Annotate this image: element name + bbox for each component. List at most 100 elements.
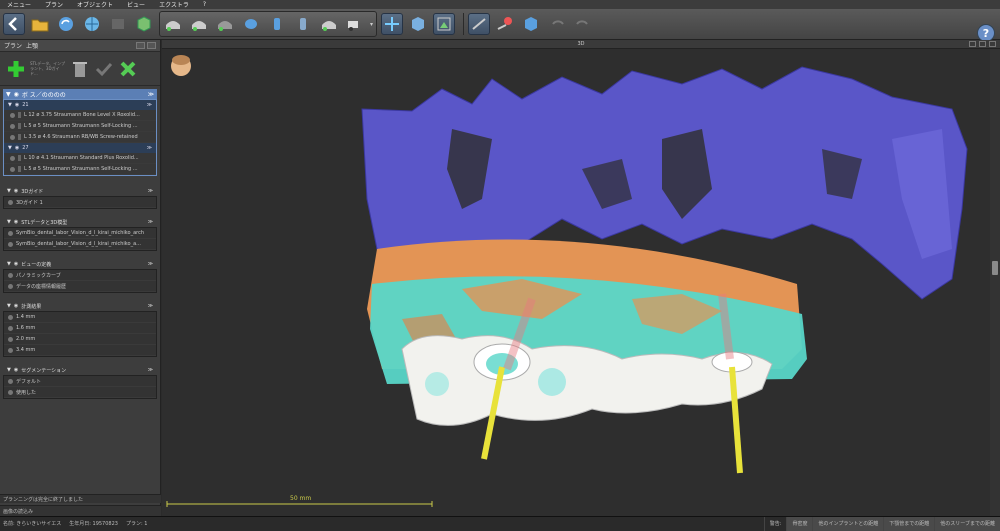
- list-item[interactable]: 3.4 mm: [4, 345, 156, 356]
- undo-button[interactable]: [546, 13, 568, 35]
- view-tool-2-button[interactable]: [407, 13, 429, 35]
- open-button[interactable]: [29, 13, 51, 35]
- scrollbar-thumb[interactable]: [992, 261, 998, 275]
- globe-icon: [85, 17, 99, 31]
- panel-collapse-icon[interactable]: [147, 42, 156, 49]
- plan-number: プラン: 1: [125, 521, 148, 527]
- sleeve-distance-toggle[interactable]: 他のスリーブまでの距離: [934, 516, 1000, 531]
- back-arrow-icon: [8, 17, 17, 31]
- list-item[interactable]: 1.4 mm: [4, 312, 156, 323]
- visibility-icon[interactable]: [8, 272, 13, 278]
- menu-item-view[interactable]: ビュー: [120, 0, 152, 9]
- nerve-distance-toggle[interactable]: 下顎管までの距離: [883, 516, 935, 531]
- list-item[interactable]: 使用した: [4, 387, 156, 398]
- implant-tool-5-button[interactable]: [266, 13, 288, 35]
- stl-section-header[interactable]: ▼ ◉ STLデータと3D模型 ≫: [3, 217, 157, 227]
- menu-item-help[interactable]: ?: [196, 1, 213, 8]
- visibility-icon[interactable]: [8, 241, 13, 247]
- implant-group-21[interactable]: ▼ ◉ 21 ≫: [4, 100, 156, 110]
- implant-row[interactable]: L 5 ø 5 Straumann Straumann Self-Locking…: [4, 121, 156, 132]
- visibility-icon[interactable]: [8, 378, 13, 384]
- implant-tool-1-button[interactable]: [162, 13, 184, 35]
- measure-button[interactable]: [468, 13, 490, 35]
- menu-item-object[interactable]: オブジェクト: [70, 0, 120, 9]
- viewport-scrollbar[interactable]: [990, 49, 1000, 516]
- implant-tool-6-button[interactable]: [292, 13, 314, 35]
- plan-panel: プラン 上顎 STLデータ、インプラント、3Dガイド... ▼ ◉ ボ ス／のの…: [0, 40, 161, 516]
- visibility-icon[interactable]: [8, 314, 13, 320]
- toolbar-separator: [463, 13, 464, 35]
- menu-item-plan[interactable]: プラン: [38, 0, 70, 9]
- list-item[interactable]: 3Dガイド 1: [4, 197, 156, 208]
- viewport-menu-icon[interactable]: [969, 41, 976, 47]
- viewport-restore-icon[interactable]: [979, 41, 986, 47]
- check-icon[interactable]: [94, 59, 114, 79]
- refresh-button[interactable]: [55, 13, 77, 35]
- list-item[interactable]: SymBio_dental_labor_Vision_d_l_kirai_mic…: [4, 228, 156, 239]
- implants-section-header[interactable]: ▼ ◉ ボ ス／のののの ≫: [3, 89, 157, 99]
- view-tool-3-button[interactable]: [433, 13, 455, 35]
- disabled-tool-button[interactable]: [107, 13, 129, 35]
- visibility-icon[interactable]: [8, 230, 13, 236]
- visibility-icon[interactable]: [10, 155, 15, 161]
- visibility-icon[interactable]: [8, 283, 13, 289]
- sleeve-icon: [18, 123, 21, 129]
- dental-3d-scene[interactable]: 50 mm: [162, 49, 990, 516]
- jaw-icon: [166, 21, 180, 31]
- add-icon[interactable]: [6, 59, 26, 79]
- segment-button[interactable]: [494, 13, 516, 35]
- implant-tool-2-button[interactable]: [188, 13, 210, 35]
- implant-row[interactable]: L 3.5 ø 4.6 Straumann RB/WB Screw-retain…: [4, 132, 156, 143]
- trash-icon[interactable]: [70, 59, 90, 79]
- visibility-icon[interactable]: [10, 112, 15, 118]
- implant-tool-8-button[interactable]: [344, 13, 366, 35]
- viewport-title: 3D: [577, 41, 585, 47]
- bone-density-toggle[interactable]: 骨密度: [786, 516, 813, 531]
- visibility-icon[interactable]: [8, 336, 13, 342]
- expand-icon: ▼: [8, 102, 12, 108]
- list-item[interactable]: 2.0 mm: [4, 334, 156, 345]
- menu-item-extra[interactable]: エクストラ: [152, 0, 196, 9]
- panel-menu-icon[interactable]: [136, 42, 145, 49]
- measurements-section-header[interactable]: ▼ ◉ 計測結果 ≫: [3, 301, 157, 311]
- globe-button[interactable]: [81, 13, 103, 35]
- visibility-icon[interactable]: [8, 325, 13, 331]
- view-section-header[interactable]: ▼ ◉ ビューの定義 ≫: [3, 259, 157, 269]
- list-item[interactable]: データの座標情報履歴: [4, 281, 156, 292]
- implant-tool-3-button[interactable]: [214, 13, 236, 35]
- view-tool-1-button[interactable]: [381, 13, 403, 35]
- viewport-close-icon[interactable]: [989, 41, 996, 47]
- implant-tool-4-button[interactable]: [240, 13, 262, 35]
- 3d-viewport[interactable]: 50 mm: [162, 49, 990, 516]
- export-button[interactable]: [520, 13, 542, 35]
- dropdown-arrow-icon[interactable]: ▾: [370, 21, 374, 28]
- list-item[interactable]: SymBio_dental_labor_Vision_d_l_kirai_mic…: [4, 239, 156, 250]
- head-orientation-icon[interactable]: [171, 55, 191, 76]
- box-button[interactable]: [133, 13, 155, 35]
- menu-item-menu[interactable]: メニュー: [0, 0, 38, 9]
- implant-group-27[interactable]: ▼ ◉ 27 ≫: [4, 143, 156, 153]
- visibility-icon[interactable]: [10, 134, 15, 140]
- segmentation-section-header[interactable]: ▼ ◉ セグメンテーション ≫: [3, 365, 157, 375]
- implant-distance-toggle[interactable]: 他のインプラントとの距離: [812, 516, 884, 531]
- list-item[interactable]: 1.6 mm: [4, 323, 156, 334]
- list-item[interactable]: パノラミックカーブ: [4, 270, 156, 281]
- implant-row[interactable]: L 10 ø 4.1 Straumann Standard Plus Roxol…: [4, 153, 156, 164]
- cross-icon[interactable]: [118, 59, 138, 79]
- panel-title: プラン: [4, 43, 23, 50]
- back-button[interactable]: [3, 13, 25, 35]
- eye-icon: ◉: [13, 303, 19, 309]
- visibility-icon[interactable]: [8, 347, 13, 353]
- visibility-icon[interactable]: [8, 199, 13, 205]
- list-item[interactable]: デフォルト: [4, 376, 156, 387]
- visibility-icon[interactable]: [8, 389, 13, 395]
- redo-button[interactable]: [572, 13, 594, 35]
- undo-icon: [552, 20, 564, 25]
- guide-section-header[interactable]: ▼ ◉ 3Dガイド ≫: [3, 186, 157, 196]
- implant-row[interactable]: L 12 ø 3.75 Straumann Bone Level X Roxol…: [4, 110, 156, 121]
- jaw-edit-icon: [218, 21, 232, 31]
- implant-tool-7-button[interactable]: [318, 13, 340, 35]
- visibility-icon[interactable]: [10, 123, 15, 129]
- visibility-icon[interactable]: [10, 166, 15, 172]
- implant-row[interactable]: L 5 ø 5 Straumann Straumann Self-Locking…: [4, 164, 156, 175]
